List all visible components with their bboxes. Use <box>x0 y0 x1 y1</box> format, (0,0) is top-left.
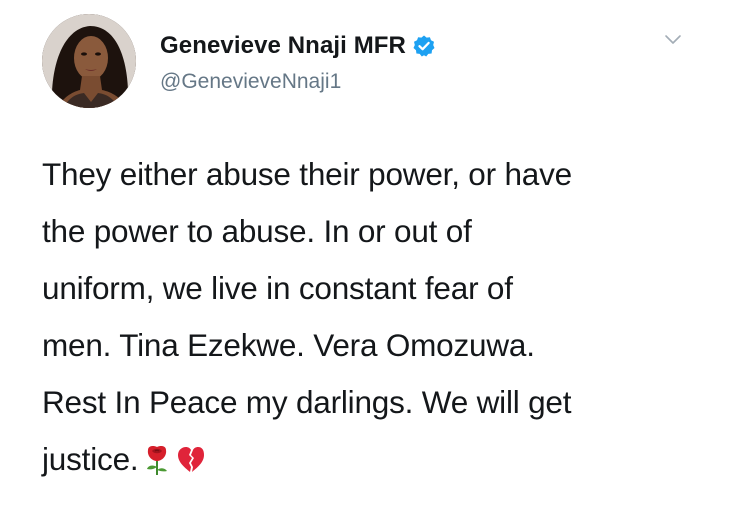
display-name-row: Genevieve Nnaji MFR <box>160 30 436 62</box>
tweet-text-line: men. Tina Ezekwe. Vera Omozuwa. <box>42 327 535 363</box>
tweet-text-last-line: justice. <box>42 431 722 488</box>
tweet-text-line: justice. <box>42 441 139 477</box>
avatar[interactable] <box>42 14 136 108</box>
author-handle[interactable]: @GenevieveNnaji1 <box>160 70 436 94</box>
tweet-text-line: They either abuse their power, or have <box>42 156 572 192</box>
rose-icon <box>142 444 172 476</box>
tweet-text-line: Rest In Peace my darlings. We will get <box>42 384 572 420</box>
verified-badge-icon <box>412 34 436 58</box>
broken-heart-icon <box>176 444 206 476</box>
tweet-text-line: uniform, we live in constant fear of <box>42 270 513 306</box>
chevron-down-icon[interactable] <box>662 28 684 50</box>
tweet-header: Genevieve Nnaji MFR @GenevieveNnaji1 <box>42 14 702 110</box>
tweet-text-line: the power to abuse. In or out of <box>42 213 472 249</box>
tweet-text: They either abuse their power, or have t… <box>42 146 722 488</box>
author-names: Genevieve Nnaji MFR @GenevieveNnaji1 <box>160 30 436 94</box>
tweet-card: Genevieve Nnaji MFR @GenevieveNnaji1 The… <box>0 0 740 516</box>
profile-avatar-icon <box>42 14 136 108</box>
display-name[interactable]: Genevieve Nnaji MFR <box>160 32 406 60</box>
